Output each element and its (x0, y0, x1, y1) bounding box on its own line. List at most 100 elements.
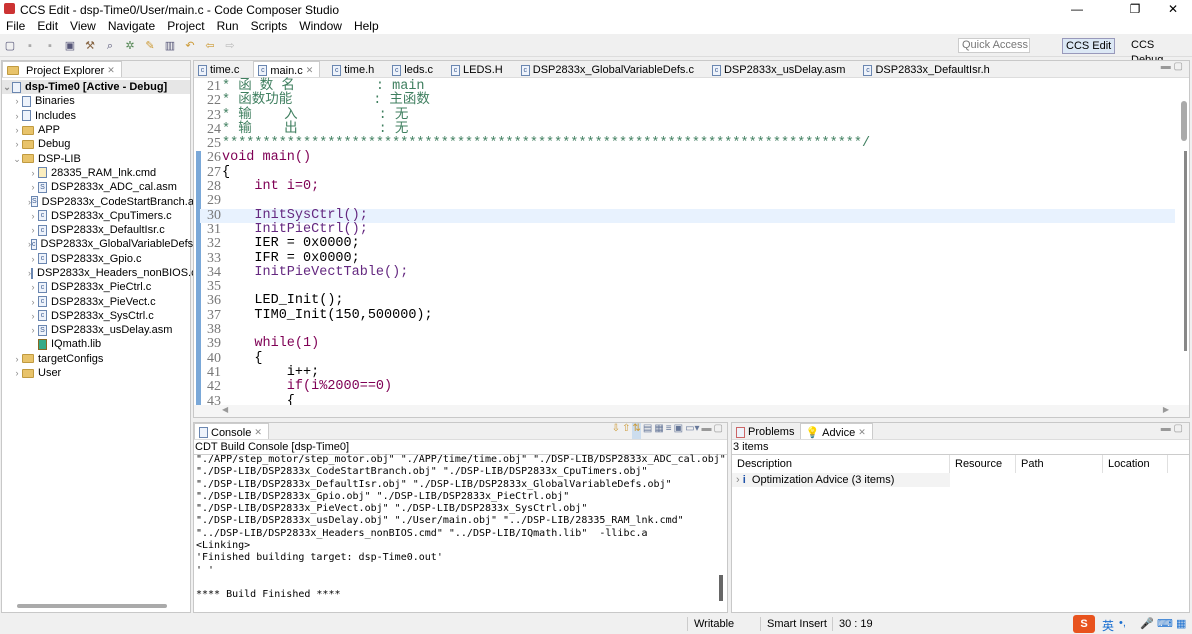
menu-edit[interactable]: Edit (31, 19, 64, 34)
code-line[interactable]: 38 (200, 322, 1175, 337)
code-line[interactable]: 33 IFR = 0x0000; (200, 251, 1175, 266)
code-line[interactable]: 22 * 函数功能 : 主函数 (200, 93, 1175, 108)
column-resource[interactable]: Resource (950, 455, 1016, 473)
minimize-maximize-icons[interactable]: ▬ ▢ (1161, 423, 1189, 439)
tree-item[interactable]: › APP (2, 123, 190, 137)
microphone-icon[interactable]: 🎤 (1140, 617, 1154, 630)
column-description[interactable]: Description (732, 455, 950, 473)
code-line[interactable]: 37 TIM0_Init(150,500000); (200, 308, 1175, 323)
chevron-right-icon[interactable]: › (28, 180, 38, 194)
close-icon[interactable]: ✕ (107, 65, 115, 76)
editor-tab[interactable]: c DSP2833x_usDelay.asm (708, 61, 851, 77)
tree-item[interactable]: › c DSP2833x_PieCtrl.c (2, 280, 190, 294)
menu-scripts[interactable]: Scripts (245, 19, 294, 34)
chevron-right-icon[interactable]: › (28, 280, 38, 294)
code-line[interactable]: 39 while(1) (200, 337, 1175, 352)
chevron-right-icon[interactable]: › (28, 323, 38, 337)
apps-icon[interactable]: ▦ (1176, 617, 1186, 630)
code-line[interactable]: 34 InitPieVectTable(); (200, 265, 1175, 280)
chevron-right-icon[interactable]: › (12, 366, 22, 380)
chevron-right-icon[interactable]: › (28, 209, 38, 223)
back-edit-icon[interactable]: ↶ (183, 39, 197, 53)
code-line[interactable]: 27{ (200, 165, 1175, 180)
code-line[interactable]: 41 i++; (200, 365, 1175, 380)
editor-tab[interactable]: c time.c (194, 61, 245, 77)
editor-tab[interactable]: c leds.c (388, 61, 439, 77)
code-line[interactable]: 23 * 输 入 : 无 (200, 108, 1175, 123)
code-line[interactable]: 40 { (200, 351, 1175, 366)
word-wrap-icon[interactable]: ≡ (666, 423, 672, 439)
chevron-right-icon[interactable]: › (28, 166, 38, 180)
display-icon[interactable]: ▣ (674, 423, 683, 439)
code-line[interactable]: 28 int i=0; (200, 179, 1175, 194)
minimize-button[interactable]: — (1054, 0, 1100, 19)
scroll-down-icon[interactable]: ⇩ (612, 423, 620, 439)
tree-item[interactable]: › c DSP2833x_DefaultIsr.c (2, 223, 190, 237)
tree-item[interactable]: › 28335_RAM_lnk.cmd (2, 166, 190, 180)
code-editor[interactable]: 21 * 函 数 名 : main 22 * 函数功能 : 主函数 23 * 输 入 : … (200, 79, 1175, 408)
menu-run[interactable]: Run (211, 19, 245, 34)
tree-item[interactable]: IQmath.lib (2, 337, 190, 351)
column-location[interactable]: Location (1103, 455, 1168, 473)
editor-tab[interactable]: c LEDS.H (447, 61, 509, 77)
vertical-scrollbar[interactable] (719, 575, 723, 601)
new-icon[interactable]: ▢ (3, 39, 17, 53)
tree-item[interactable]: › c DSP2833x_SysCtrl.c (2, 309, 190, 323)
tab-console[interactable]: Console ✕ (194, 423, 269, 439)
minimize-icon[interactable]: ▬ (702, 423, 712, 439)
pin-icon[interactable]: ▦ (654, 423, 663, 439)
menu-window[interactable]: Window (293, 19, 348, 34)
editor-tab[interactable]: c DSP2833x_DefaultIsr.h (859, 61, 995, 77)
close-icon[interactable]: ✕ (306, 65, 314, 76)
scroll-up-icon[interactable]: ⇧ (622, 423, 630, 439)
debug-icon[interactable]: ✲ (123, 39, 137, 53)
editor-tab[interactable]: c main.c ✕ (253, 61, 321, 77)
menu-view[interactable]: View (64, 19, 102, 34)
tab-problems[interactable]: Problems (732, 423, 800, 439)
perspective-ccs-edit[interactable]: CCS Edit (1062, 38, 1116, 54)
code-line[interactable]: 30 InitSysCtrl(); (200, 208, 1175, 223)
memory-icon[interactable]: ▥ (163, 39, 177, 53)
editor-tab[interactable]: c time.h (328, 61, 380, 77)
tree-item[interactable]: › Includes (2, 109, 190, 123)
chevron-right-icon[interactable]: › (12, 352, 22, 366)
tree-item[interactable]: › Binaries (2, 94, 190, 108)
tree-item[interactable]: › c DSP2833x_Gpio.c (2, 252, 190, 266)
menu-navigate[interactable]: Navigate (102, 19, 161, 34)
tree-item[interactable]: › S DSP2833x_ADC_cal.asm (2, 180, 190, 194)
maximize-icon[interactable]: ▢ (714, 423, 723, 439)
chevron-right-icon[interactable]: › (28, 252, 38, 266)
close-button[interactable]: ✕ (1150, 0, 1192, 19)
menu-file[interactable]: File (0, 19, 31, 34)
project-node[interactable]: ⌄ dsp-Time0 [Active - Debug] (2, 80, 190, 95)
column-path[interactable]: Path (1016, 455, 1103, 473)
chevron-right-icon[interactable]: › (28, 223, 38, 237)
vertical-scrollbar[interactable] (1181, 101, 1187, 141)
horizontal-scrollbar[interactable] (17, 604, 167, 608)
chevron-right-icon[interactable]: › (12, 137, 22, 151)
code-line[interactable]: 25 **************************************… (200, 136, 1175, 151)
tree-item[interactable]: › DSP2833x_Headers_nonBIOS.c (2, 266, 197, 280)
tab-project-explorer[interactable]: Project Explorer ✕ (2, 61, 122, 77)
code-line[interactable]: 24 * 输 出 : 无 (200, 122, 1175, 137)
close-icon[interactable]: ✕ (858, 427, 866, 438)
chevron-right-icon[interactable]: › (12, 123, 22, 137)
tab-advice[interactable]: 💡 Advice ✕ (800, 423, 873, 439)
code-line[interactable]: 32 IER = 0x0000; (200, 236, 1175, 251)
tree-item[interactable]: › targetConfigs (2, 352, 190, 366)
ime-logo-icon[interactable]: S (1073, 615, 1095, 633)
chevron-right-icon[interactable]: › (28, 295, 38, 309)
menu-project[interactable]: Project (161, 19, 210, 34)
code-line[interactable]: 42 if(i%2000==0) (200, 379, 1175, 394)
open-console-icon[interactable]: ▭▾ (685, 423, 699, 439)
tree-item[interactable]: ⌄ DSP-LIB (2, 151, 190, 165)
horizontal-scrollbar[interactable]: ◀ ▶ (194, 405, 1189, 417)
search-icon[interactable]: ⌕ (103, 39, 117, 53)
chevron-right-icon[interactable]: › (12, 94, 22, 108)
quick-access-input[interactable]: Quick Access (958, 38, 1030, 53)
console-icon[interactable]: ▣ (63, 39, 77, 53)
perspective-ccs-debug[interactable]: CCS Debug (1128, 38, 1192, 66)
code-line[interactable]: 35 (200, 279, 1175, 294)
ime-punctuation[interactable]: •, (1119, 617, 1126, 629)
back-icon[interactable]: ⇦ (203, 39, 217, 53)
